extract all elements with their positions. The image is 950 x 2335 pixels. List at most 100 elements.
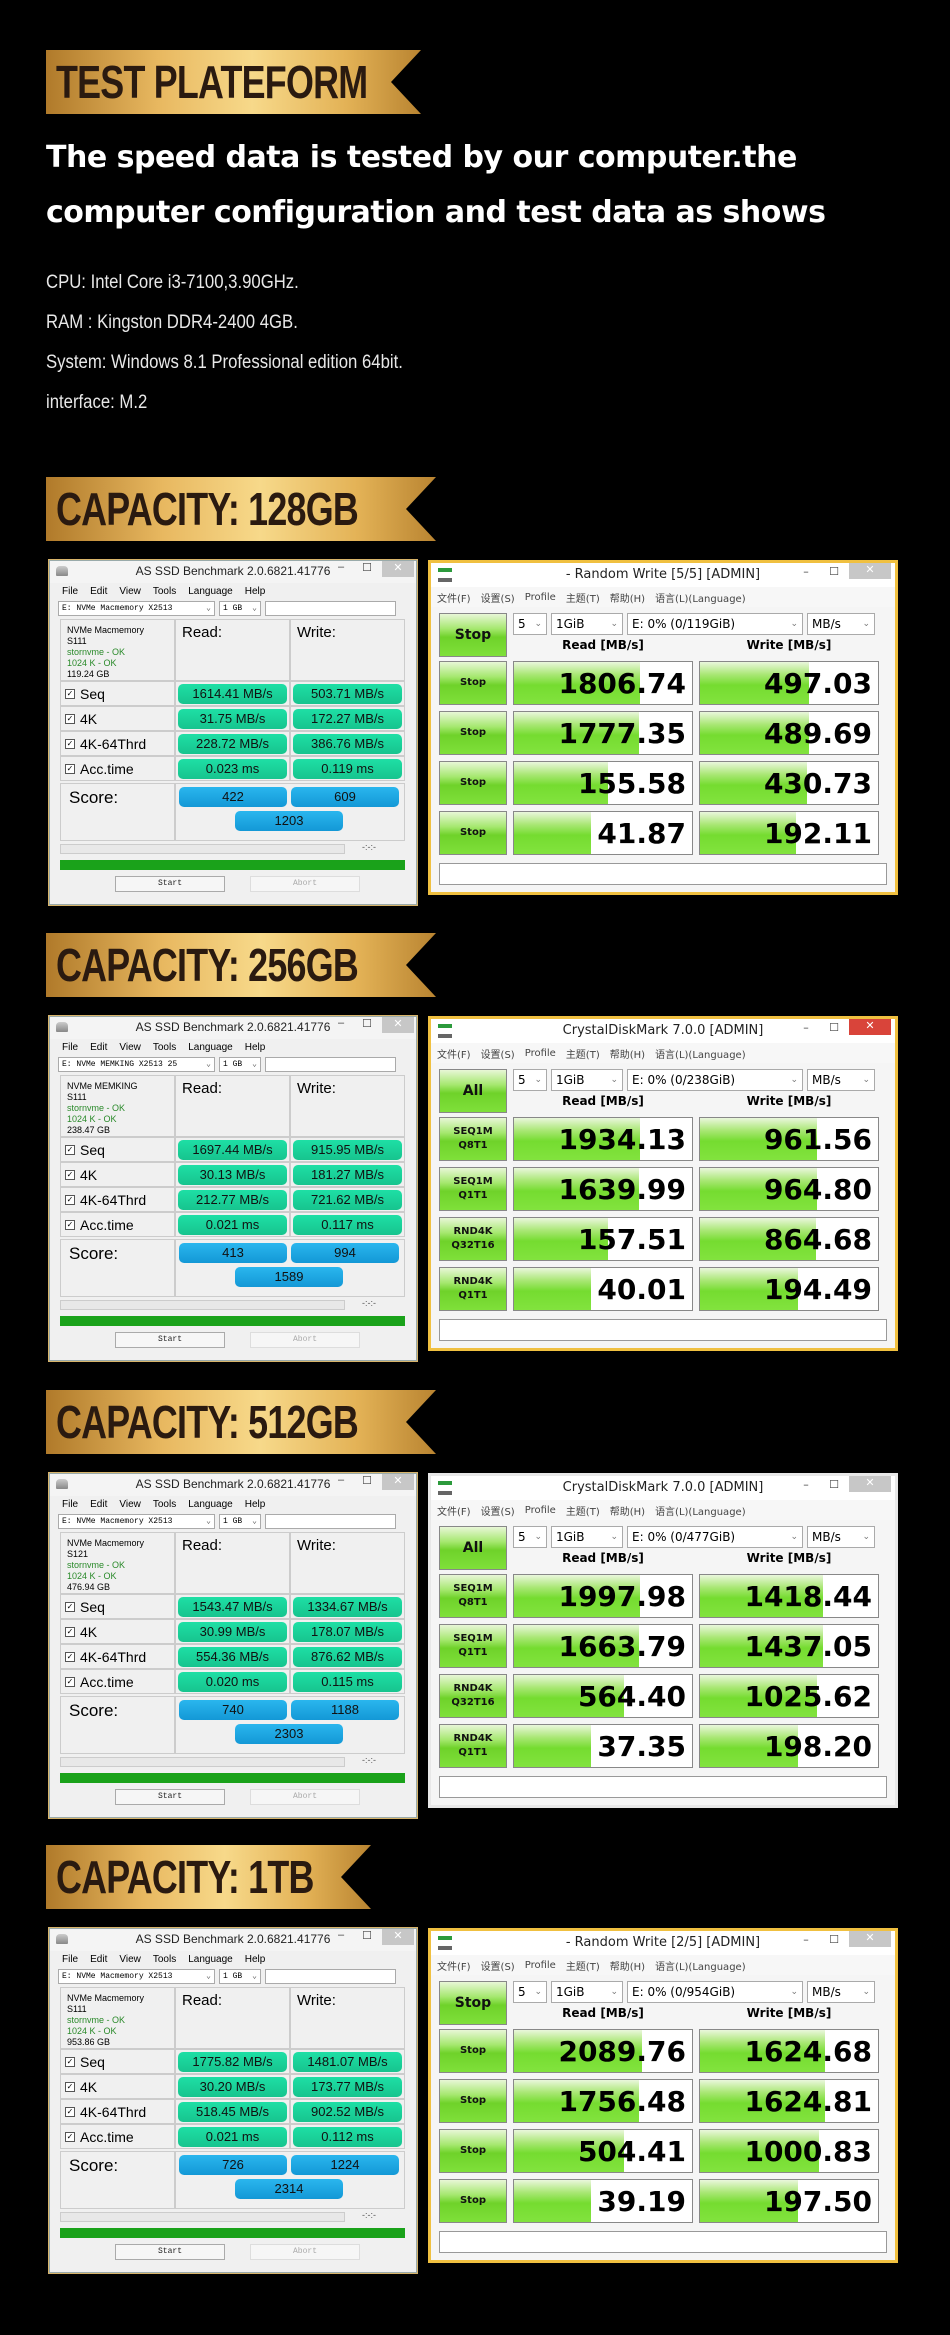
menu-item[interactable]: View [119, 1499, 141, 1510]
maximize-button[interactable]: ☐ [825, 565, 843, 581]
test-row-button[interactable]: Stop [439, 761, 507, 805]
test-row-button[interactable]: RND4K Q1T1 [439, 1267, 507, 1311]
drive-select[interactable]: E: NVMe Macmemory X2513 ⌄ [58, 1513, 215, 1529]
test-row-button[interactable]: RND4K Q32T16 [439, 1674, 507, 1718]
menu-item[interactable]: Language [188, 586, 233, 597]
minimize-button[interactable]: – [797, 565, 815, 581]
close-button[interactable]: ✕ [849, 1476, 891, 1492]
menu-item[interactable]: Language [188, 1042, 233, 1053]
test-row-button[interactable]: Stop [439, 2079, 507, 2123]
test-row-button[interactable]: Stop [439, 661, 507, 705]
test-checkbox[interactable]: ✓ [65, 713, 75, 724]
text-field[interactable] [265, 1513, 396, 1529]
menu-item[interactable]: 主题(T) [566, 1046, 600, 1061]
unit-select[interactable]: MB/s ⌄ [807, 1526, 875, 1548]
menu-item[interactable]: 文件(F) [437, 1958, 471, 1973]
menu-item[interactable]: File [62, 1499, 78, 1510]
abort-button[interactable]: Abort [250, 1789, 360, 1805]
maximize-button[interactable]: ☐ [825, 1478, 843, 1494]
abort-button[interactable]: Abort [250, 876, 360, 892]
text-field[interactable] [265, 1056, 396, 1072]
menu-item[interactable]: Language [188, 1954, 233, 1965]
start-button[interactable]: Start [115, 1789, 225, 1805]
run-all-button[interactable]: Stop [439, 1981, 507, 2025]
menu-item[interactable]: 帮助(H) [610, 590, 645, 605]
test-checkbox[interactable]: ✓ [65, 1601, 75, 1612]
size-select[interactable]: 1 GB ⌄ [219, 1513, 261, 1529]
menu-item[interactable]: Edit [90, 1954, 107, 1965]
menu-item[interactable]: 主题(T) [566, 1958, 600, 1973]
text-field[interactable] [265, 1968, 396, 1984]
comment-field[interactable] [439, 1776, 887, 1798]
close-button[interactable]: ✕ [849, 1019, 891, 1035]
menu-item[interactable]: 帮助(H) [610, 1046, 645, 1061]
test-row-button[interactable]: Stop [439, 811, 507, 855]
drive-select[interactable]: E: NVMe Macmemory X2513 ⌄ [58, 600, 215, 616]
menu-item[interactable]: Help [245, 1042, 266, 1053]
menu-item[interactable]: File [62, 586, 78, 597]
menu-item[interactable]: 帮助(H) [610, 1503, 645, 1518]
test-row-button[interactable]: Stop [439, 2179, 507, 2223]
menu-item[interactable]: 语言(L)(Language) [655, 1958, 746, 1973]
menu-item[interactable]: Tools [153, 1042, 176, 1053]
run-all-button[interactable]: Stop [439, 613, 507, 657]
unit-select[interactable]: MB/s ⌄ [807, 1981, 875, 2003]
start-button[interactable]: Start [115, 876, 225, 892]
menu-item[interactable]: Help [245, 1499, 266, 1510]
maximize-button[interactable]: ☐ [825, 1933, 843, 1949]
test-checkbox[interactable]: ✓ [65, 2131, 75, 2142]
close-button[interactable]: ✕ [382, 1474, 414, 1490]
drive-select[interactable]: E: NVMe MEMKING X2513 25 ⌄ [58, 1056, 215, 1072]
run-all-button[interactable]: All [439, 1526, 507, 1570]
size-select[interactable]: 1GiB ⌄ [551, 1981, 623, 2003]
abort-button[interactable]: Abort [250, 2244, 360, 2260]
test-row-button[interactable]: SEQ1M Q1T1 [439, 1624, 507, 1668]
menu-item[interactable]: 设置(S) [481, 590, 515, 605]
menu-item[interactable]: Tools [153, 1499, 176, 1510]
abort-button[interactable]: Abort [250, 1332, 360, 1348]
menu-item[interactable]: 主题(T) [566, 1503, 600, 1518]
menu-item[interactable]: Profile [525, 1048, 556, 1059]
menu-item[interactable]: Profile [525, 1960, 556, 1971]
menu-item[interactable]: File [62, 1042, 78, 1053]
test-checkbox[interactable]: ✓ [65, 1144, 75, 1155]
minimize-button[interactable]: – [797, 1478, 815, 1494]
test-row-button[interactable]: RND4K Q1T1 [439, 1724, 507, 1768]
menu-item[interactable]: 主题(T) [566, 590, 600, 605]
test-checkbox[interactable]: ✓ [65, 738, 75, 749]
menu-item[interactable]: Help [245, 586, 266, 597]
close-button[interactable]: ✕ [382, 1929, 414, 1945]
size-select[interactable]: 1GiB ⌄ [551, 1069, 623, 1091]
menu-item[interactable]: Profile [525, 1505, 556, 1516]
test-checkbox[interactable]: ✓ [65, 1651, 75, 1662]
test-checkbox[interactable]: ✓ [65, 1219, 75, 1230]
close-button[interactable]: ✕ [849, 563, 891, 579]
close-button[interactable]: ✕ [849, 1931, 891, 1947]
test-checkbox[interactable]: ✓ [65, 2056, 75, 2067]
count-select[interactable]: 5 ⌄ [513, 613, 547, 635]
minimize-button[interactable]: – [332, 1017, 350, 1033]
test-row-button[interactable]: SEQ1M Q1T1 [439, 1167, 507, 1211]
start-button[interactable]: Start [115, 2244, 225, 2260]
size-select[interactable]: 1 GB ⌄ [219, 600, 261, 616]
size-select[interactable]: 1 GB ⌄ [219, 1968, 261, 1984]
test-row-button[interactable]: SEQ1M Q8T1 [439, 1574, 507, 1618]
test-row-button[interactable]: Stop [439, 2029, 507, 2073]
unit-select[interactable]: MB/s ⌄ [807, 613, 875, 635]
drive-select[interactable]: E: 0% (0/119GiB) ⌄ [627, 613, 803, 635]
menu-item[interactable]: View [119, 586, 141, 597]
test-checkbox[interactable]: ✓ [65, 1626, 75, 1637]
menu-item[interactable]: 语言(L)(Language) [655, 590, 746, 605]
comment-field[interactable] [439, 1319, 887, 1341]
drive-select[interactable]: E: 0% (0/954GiB) ⌄ [627, 1981, 803, 2003]
count-select[interactable]: 5 ⌄ [513, 1981, 547, 2003]
test-row-button[interactable]: Stop [439, 711, 507, 755]
menu-item[interactable]: 设置(S) [481, 1046, 515, 1061]
unit-select[interactable]: MB/s ⌄ [807, 1069, 875, 1091]
menu-item[interactable]: View [119, 1042, 141, 1053]
menu-item[interactable]: 文件(F) [437, 1046, 471, 1061]
test-checkbox[interactable]: ✓ [65, 1676, 75, 1687]
menu-item[interactable]: Tools [153, 586, 176, 597]
comment-field[interactable] [439, 863, 887, 885]
menu-item[interactable]: Edit [90, 1042, 107, 1053]
